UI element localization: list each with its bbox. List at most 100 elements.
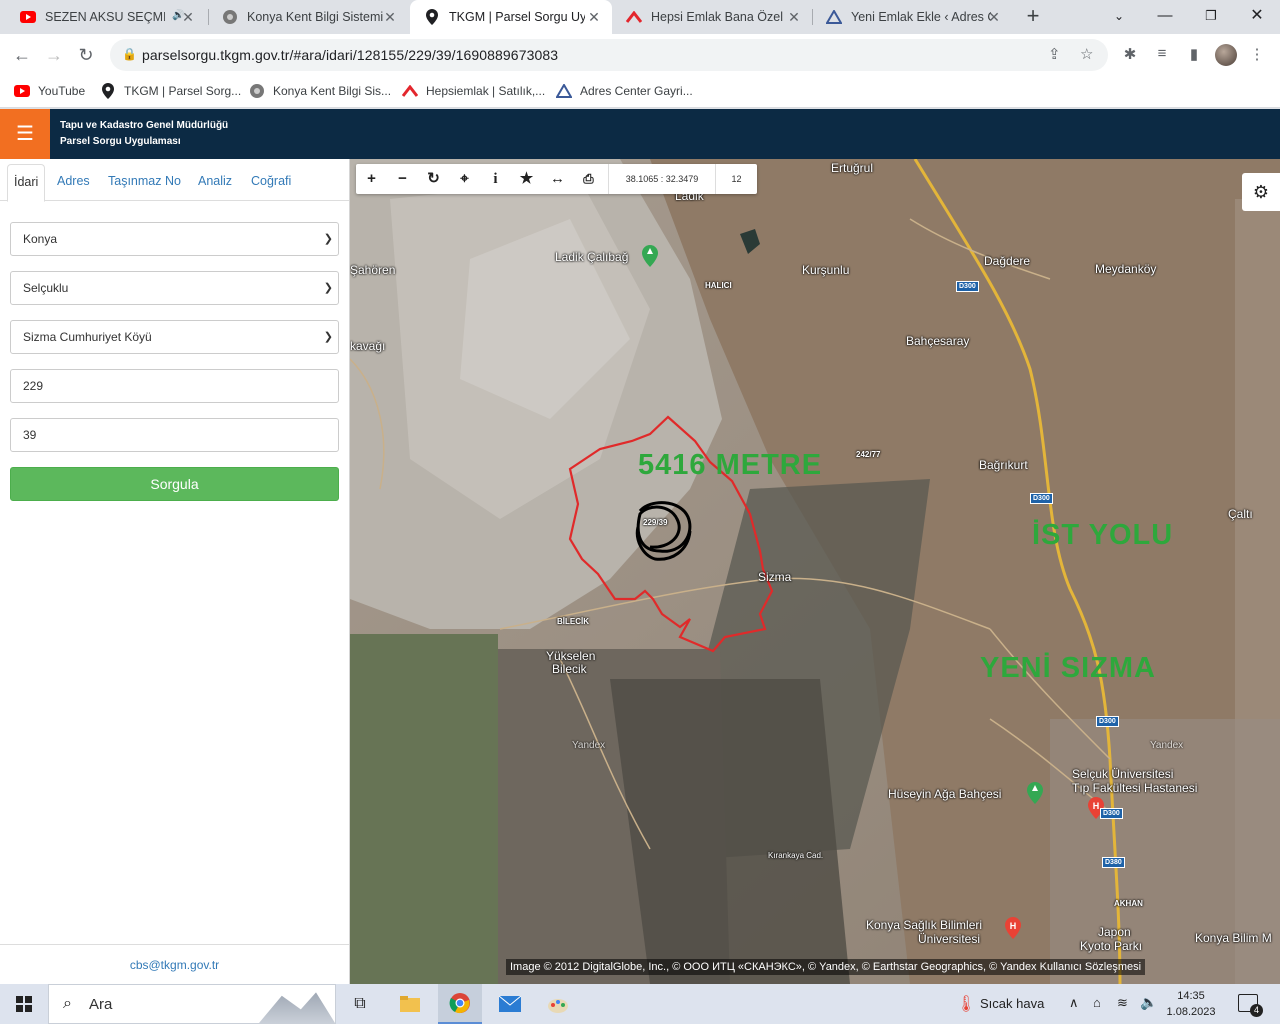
browser-toolbar: ← → ↻ 🔒 parselsorgu.tkgm.gov.tr/#ara/ida… bbox=[0, 34, 1280, 76]
road-sign: D300 bbox=[1100, 808, 1123, 819]
lock-icon[interactable]: 🔒 bbox=[122, 47, 137, 61]
taskbar-search[interactable]: ⌕ Ara bbox=[48, 984, 336, 1024]
road-sign: D380 bbox=[1102, 857, 1125, 868]
task-view-icon[interactable]: ⧉ bbox=[340, 984, 380, 1024]
forward-button[interactable]: → bbox=[42, 43, 66, 67]
media-control-icon[interactable]: ≡ bbox=[1151, 45, 1173, 62]
place-label: Kyoto Parkı bbox=[1080, 939, 1143, 953]
chevron-down-icon: ❯ bbox=[323, 331, 333, 343]
close-window-button[interactable]: ✕ bbox=[1234, 0, 1280, 34]
volume-icon[interactable]: 🔈 bbox=[1140, 994, 1157, 1011]
bookmark-konya[interactable]: Konya Kent Bilgi Sis... bbox=[249, 83, 391, 99]
tab-cografi[interactable]: Coğrafi bbox=[245, 164, 297, 202]
bookmark-tkgm[interactable]: TKGM | Parsel Sorg... bbox=[100, 83, 241, 99]
bookmark-label: Hepsiemlak | Satılık,... bbox=[426, 84, 546, 98]
zoom-out-icon[interactable]: − bbox=[387, 164, 418, 194]
street-label: Kırankaya Cad. bbox=[768, 851, 824, 860]
svg-text:H: H bbox=[1010, 921, 1017, 931]
network-icon[interactable]: ⌂ bbox=[1093, 995, 1101, 1010]
watermark-label: Yandex bbox=[1150, 740, 1184, 751]
locate-icon[interactable]: ⌖ bbox=[449, 164, 480, 194]
tab-adrescenter[interactable]: Yeni Emlak Ekle ‹ Adres Center ✕ bbox=[812, 0, 1012, 34]
clock-date: 1.08.2023 bbox=[1166, 1006, 1216, 1018]
close-icon[interactable]: ✕ bbox=[382, 9, 398, 25]
parcel-number-label: 229/39 bbox=[643, 518, 668, 527]
clock[interactable]: 14:35 1.08.2023 bbox=[1164, 988, 1218, 1020]
address-bar[interactable]: 🔒 parselsorgu.tkgm.gov.tr/#ara/idari/128… bbox=[110, 39, 1108, 71]
extensions-icon[interactable]: ✱ bbox=[1119, 45, 1141, 63]
restore-button[interactable]: ❐ bbox=[1188, 0, 1234, 34]
app-title: Tapu ve Kadastro Genel Müdürlüğü Parsel … bbox=[60, 118, 228, 150]
svg-text:H: H bbox=[1093, 801, 1100, 811]
tab-konya[interactable]: Konya Kent Bilgi Sistemi ✕ bbox=[208, 0, 408, 34]
refresh-icon[interactable]: ↻ bbox=[418, 164, 449, 194]
hamburger-menu-icon[interactable]: ☰ bbox=[0, 109, 50, 159]
close-icon[interactable]: ✕ bbox=[986, 9, 1002, 25]
place-label: Bağrıkurt bbox=[979, 458, 1028, 472]
place-label: Şahören bbox=[350, 263, 396, 277]
print-icon[interactable]: ⎙ bbox=[573, 164, 604, 194]
notification-count: 4 bbox=[1250, 1004, 1263, 1017]
profile-avatar[interactable] bbox=[1215, 44, 1237, 66]
url-text[interactable]: parselsorgu.tkgm.gov.tr/#ara/idari/12815… bbox=[142, 47, 558, 63]
back-button[interactable]: ← bbox=[10, 43, 34, 67]
parsel-input[interactable]: 39 bbox=[10, 418, 339, 452]
mahalle-select[interactable]: Sizma Cumhuriyet Köyü ❯ bbox=[10, 320, 339, 354]
map-attribution[interactable]: Image © 2012 DigitalGlobe, Inc., © ООО И… bbox=[506, 959, 1146, 975]
bookmark-hepsiemlak[interactable]: Hepsiemlak | Satılık,... bbox=[402, 83, 545, 99]
tab-title: SEZEN AKSU SEÇME ŞARKILAR bbox=[45, 10, 165, 24]
search-icon: ⌕ bbox=[63, 995, 72, 1012]
paint-icon[interactable] bbox=[536, 984, 580, 1024]
ada-input[interactable]: 229 bbox=[10, 369, 339, 403]
reload-button[interactable]: ↻ bbox=[74, 43, 98, 67]
bookmark-youtube[interactable]: YouTube bbox=[14, 83, 85, 99]
tab-analiz[interactable]: Analiz bbox=[192, 164, 238, 202]
tab-youtube[interactable]: SEZEN AKSU SEÇME ŞARKILAR 🔊 ✕ bbox=[6, 0, 206, 34]
place-label: Selçuk Üniversitesi bbox=[1072, 767, 1174, 781]
share-icon[interactable]: ⇪ bbox=[1048, 45, 1061, 63]
notification-icon[interactable]: 4 bbox=[1238, 994, 1263, 1017]
chrome-icon[interactable] bbox=[438, 984, 482, 1024]
mail-icon[interactable] bbox=[488, 984, 532, 1024]
place-label: Hüseyin Ağa Bahçesi bbox=[888, 787, 1002, 801]
windows-start-icon[interactable] bbox=[0, 984, 48, 1024]
minimize-button[interactable]: — bbox=[1142, 0, 1188, 34]
tab-tkgm[interactable]: TKGM | Parsel Sorgu Uygulaması ✕ bbox=[410, 0, 612, 34]
bookmark-adrescenter[interactable]: Adres Center Gayri... bbox=[556, 83, 693, 99]
close-icon[interactable]: ✕ bbox=[786, 9, 802, 25]
info-icon[interactable]: i bbox=[480, 164, 511, 194]
close-icon[interactable]: ✕ bbox=[180, 9, 196, 25]
gear-icon[interactable]: ⚙ bbox=[1242, 173, 1280, 211]
wifi-icon[interactable]: ≋ bbox=[1117, 995, 1128, 1011]
satellite-imagery bbox=[350, 159, 1280, 984]
tab-idari[interactable]: İdari bbox=[7, 164, 46, 202]
tab-title: Yeni Emlak Ekle ‹ Adres Center bbox=[851, 10, 991, 24]
weather-text[interactable]: Sıcak hava bbox=[980, 996, 1044, 1011]
bookmark-label: Konya Kent Bilgi Sis... bbox=[273, 84, 392, 98]
bookmark-label: YouTube bbox=[38, 84, 86, 98]
chevron-up-icon[interactable]: ∧ bbox=[1069, 995, 1079, 1011]
app-header: ☰ Tapu ve Kadastro Genel Müdürlüğü Parse… bbox=[0, 109, 1280, 159]
tab-hepsiemlak[interactable]: Hepsi Emlak Bana Özel ✕ bbox=[612, 0, 812, 34]
map-view[interactable]: Ertuğrul Ladik Ladik Çalıbağ HALICI Kurş… bbox=[350, 159, 1280, 984]
bookmark-star-icon[interactable]: ☆ bbox=[1080, 45, 1093, 63]
tab-title: Konya Kent Bilgi Sistemi bbox=[247, 10, 384, 24]
bookmark-label: TKGM | Parsel Sorg... bbox=[124, 84, 242, 98]
zoom-in-icon[interactable]: + bbox=[356, 164, 387, 194]
star-icon[interactable]: ★ bbox=[511, 164, 542, 194]
place-label: Ladik Çalıbağ bbox=[555, 250, 629, 264]
more-menu-icon[interactable]: ⋮ bbox=[1246, 45, 1268, 63]
measure-icon[interactable]: ↔ bbox=[542, 164, 573, 194]
sorgula-button[interactable]: Sorgula bbox=[10, 467, 339, 501]
ilce-select[interactable]: Selçuklu ❯ bbox=[10, 271, 339, 305]
sidepanel-icon[interactable]: ▮ bbox=[1183, 45, 1205, 63]
il-select[interactable]: Konya ❯ bbox=[10, 222, 339, 256]
district-annotation: YENİ SIZMA bbox=[980, 652, 1156, 684]
contact-email-link[interactable]: cbs@tkgm.gov.tr bbox=[0, 944, 349, 984]
close-icon[interactable]: ✕ bbox=[586, 9, 602, 25]
tab-tasinmaz-no[interactable]: Taşınmaz No bbox=[102, 164, 187, 202]
new-tab-button[interactable]: + bbox=[1020, 5, 1046, 29]
file-explorer-icon[interactable] bbox=[390, 984, 430, 1024]
tab-search-icon[interactable]: ⌄ bbox=[1096, 0, 1142, 34]
tab-adres[interactable]: Adres bbox=[51, 164, 96, 202]
